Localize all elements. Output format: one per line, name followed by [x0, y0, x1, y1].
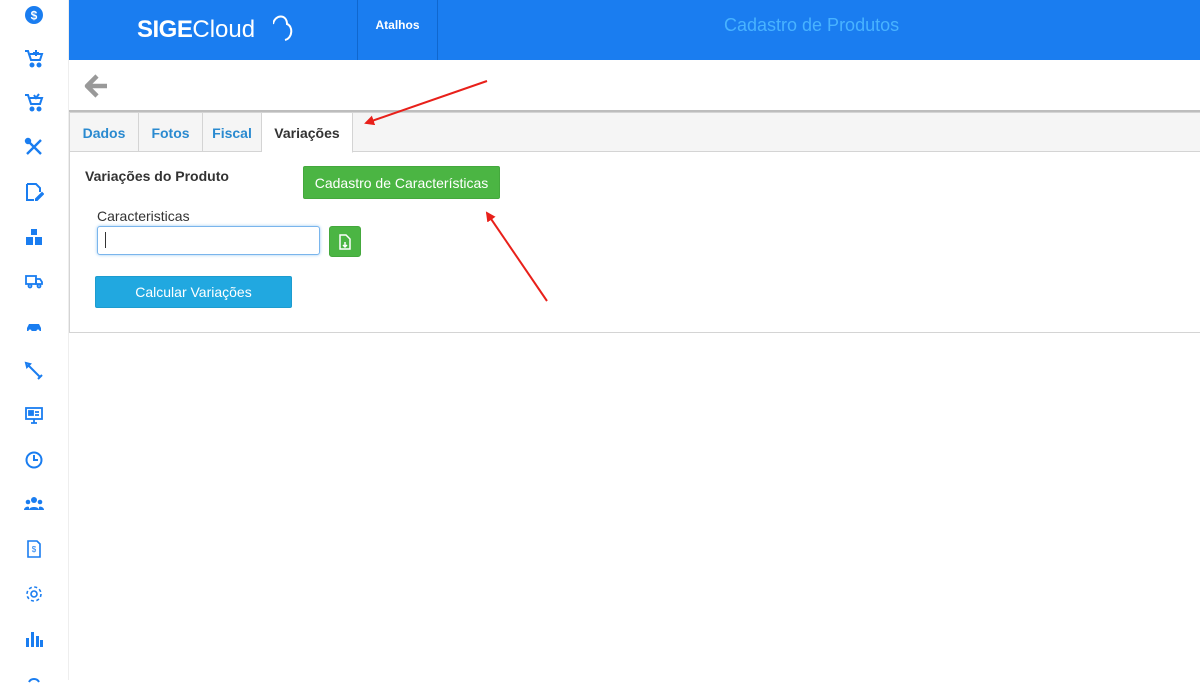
truck-icon[interactable] [22, 269, 46, 293]
car-icon[interactable] [22, 314, 46, 338]
logo-product: Cloud [192, 16, 256, 43]
tab-dados[interactable]: Dados [70, 113, 139, 152]
gear-icon[interactable] [22, 582, 46, 606]
cloud-icon [273, 15, 293, 41]
dollar-icon[interactable]: $ [22, 3, 46, 27]
top-header: SIGE Cloud Atalhos Cadastro de Produtos [69, 0, 1200, 60]
logo-brand: SIGE [137, 16, 193, 43]
toolbar [69, 60, 1200, 112]
edit-icon[interactable] [22, 180, 46, 204]
characteristics-register-button[interactable]: Cadastro de Características [303, 166, 500, 199]
tools-icon[interactable] [22, 135, 46, 159]
section-title: Variações do Produto [85, 168, 229, 184]
pencil-icon[interactable] [22, 359, 46, 383]
add-characteristic-button[interactable] [329, 226, 361, 257]
cart-add-icon[interactable] [22, 46, 46, 70]
shortcuts-menu[interactable]: Atalhos [358, 0, 437, 60]
text-caret [105, 232, 106, 248]
users-icon[interactable] [22, 492, 46, 516]
calculate-variations-button[interactable]: Calcular Variações [95, 276, 292, 308]
file-add-icon [339, 233, 351, 250]
bar-chart-icon[interactable] [22, 627, 46, 651]
more-icon[interactable] [22, 668, 46, 692]
tab-bar: Dados Fotos Fiscal Variações [70, 113, 1200, 153]
document-icon[interactable]: $ [22, 537, 46, 561]
characteristics-input[interactable] [97, 226, 320, 255]
boxes-icon[interactable] [22, 225, 46, 249]
left-sidebar: $ $ [0, 0, 69, 683]
svg-text:$: $ [32, 545, 37, 554]
product-panel: Dados Fotos Fiscal Variações Variações d… [69, 112, 1200, 333]
sigecloud-logo[interactable]: SIGE Cloud [137, 10, 297, 50]
cart-icon[interactable] [22, 90, 46, 114]
tab-fiscal[interactable]: Fiscal [203, 113, 262, 152]
header-divider [437, 0, 438, 60]
tab-variacoes[interactable]: Variações [262, 113, 353, 153]
svg-text:$: $ [31, 9, 38, 23]
page-title: Cadastro de Produtos [724, 15, 900, 35]
clock-icon[interactable] [22, 448, 46, 472]
characteristics-label: Caracteristicas [97, 208, 190, 224]
arrow-left-icon[interactable] [83, 72, 111, 100]
monitor-icon[interactable] [22, 403, 46, 427]
tab-fotos[interactable]: Fotos [139, 113, 203, 152]
